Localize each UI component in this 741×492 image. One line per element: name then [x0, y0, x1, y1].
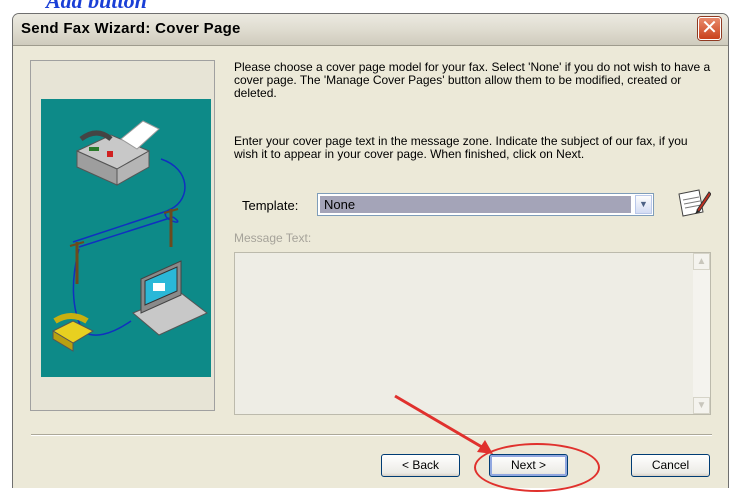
- close-button[interactable]: ✕: [698, 17, 721, 40]
- wizard-window: Send Fax Wizard: Cover Page ✕ Please cho…: [12, 13, 729, 492]
- caption-text: Add button: [46, 0, 147, 13]
- button-separator: [31, 434, 712, 436]
- chevron-down-icon: ▼: [639, 199, 648, 209]
- scroll-up-button[interactable]: ▲: [693, 253, 710, 270]
- scroll-down-button[interactable]: ▼: [693, 397, 710, 414]
- close-icon: ✕: [701, 17, 718, 39]
- message-text-label: Message Text:: [234, 231, 312, 245]
- fax-network-illustration: [41, 99, 211, 377]
- message-text-area[interactable]: ▲ ▼: [234, 252, 711, 415]
- manage-cover-pages-button[interactable]: [675, 188, 712, 218]
- red-arrow-annotation: [394, 394, 493, 454]
- message-scrollbar[interactable]: ▲ ▼: [693, 253, 710, 414]
- chevron-up-icon: ▲: [696, 256, 707, 267]
- template-dropdown[interactable]: None ▼: [317, 193, 654, 216]
- title-bar: Send Fax Wizard: Cover Page ✕: [13, 14, 728, 46]
- cover-page-instructions: Please choose a cover page model for you…: [234, 60, 711, 100]
- template-selected-value: None: [320, 196, 631, 213]
- chevron-down-icon: ▼: [696, 400, 707, 411]
- message-instructions: Enter your cover page text in the messag…: [234, 134, 688, 161]
- window-title: Send Fax Wizard: Cover Page: [21, 20, 241, 37]
- template-label: Template:: [242, 198, 299, 213]
- wizard-illustration-frame: [30, 60, 215, 411]
- template-dropdown-button[interactable]: ▼: [635, 195, 652, 214]
- manage-cover-pages-icon: [678, 189, 712, 217]
- fax-network-image: [51, 120, 208, 352]
- cancel-button[interactable]: Cancel: [631, 454, 710, 477]
